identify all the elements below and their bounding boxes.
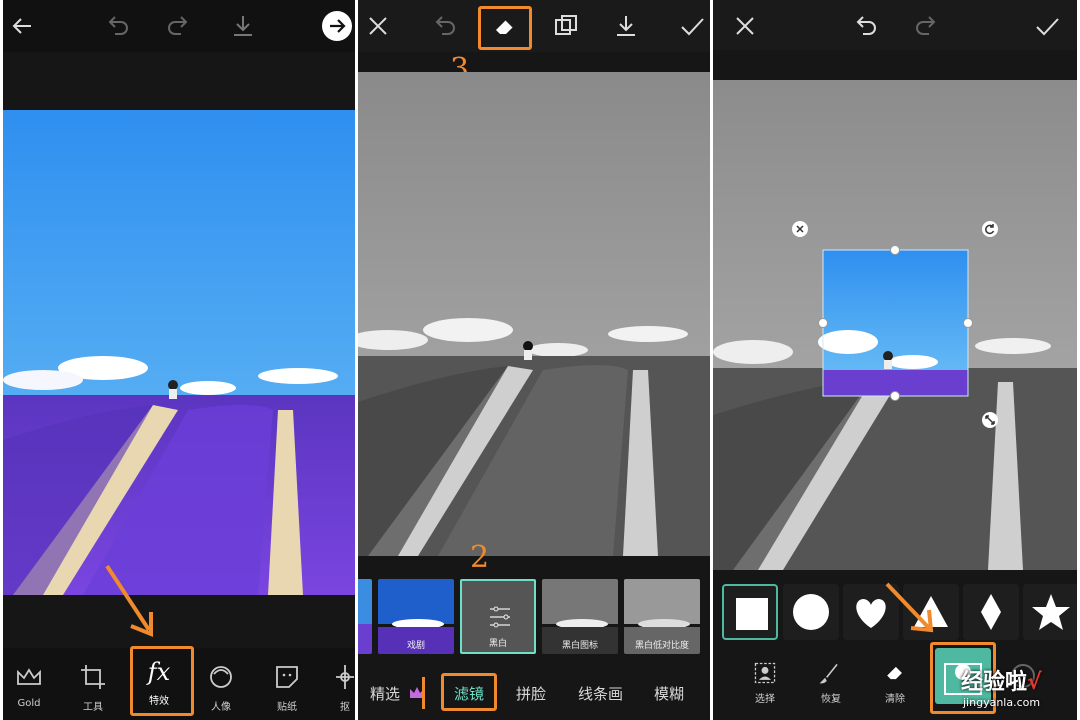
- crown-icon: [17, 668, 41, 685]
- select-person-icon: [754, 662, 776, 684]
- tool-label: 选择: [755, 694, 775, 705]
- rotate-icon[interactable]: [982, 221, 998, 237]
- shape-square[interactable]: [722, 584, 778, 640]
- tool-label: 抠: [340, 702, 350, 713]
- back-arrow-icon[interactable]: [7, 10, 39, 42]
- highlight-marker: [422, 677, 425, 709]
- resize-handle-top[interactable]: [890, 245, 900, 255]
- cutout-icon: [336, 665, 354, 689]
- tool-tools[interactable]: 工具: [61, 662, 125, 713]
- tool-label: 人像: [211, 702, 231, 713]
- tool-label: 恢复: [821, 694, 841, 705]
- panel-shape-mask-editor: 选择 恢复 清除 经验啦√ jingyanla.com: [713, 0, 1077, 720]
- check-icon[interactable]: [1031, 10, 1063, 42]
- effects-highlight-box: [130, 646, 194, 716]
- bw-photo: [358, 72, 710, 556]
- shape-diamond[interactable]: [963, 584, 1019, 640]
- filter-thumb-bw-icon[interactable]: 黑白图标: [542, 579, 618, 654]
- redo-icon[interactable]: [911, 10, 943, 42]
- download-icon[interactable]: [610, 10, 642, 42]
- tool-label: 工具: [83, 702, 103, 713]
- watermark-label: 经验啦: [961, 670, 1028, 695]
- tool-portrait[interactable]: 人像: [189, 662, 253, 713]
- resize-handle-right[interactable]: [963, 318, 973, 328]
- filter-thumb-bw[interactable]: 黑白: [460, 579, 536, 654]
- tool-restore[interactable]: 恢复: [799, 660, 863, 705]
- top-toolbar: [713, 0, 1077, 50]
- eraser-highlight-box: [478, 6, 532, 50]
- undo-icon[interactable]: [849, 10, 881, 42]
- close-icon[interactable]: [729, 10, 761, 42]
- brush-icon: [819, 663, 838, 684]
- thumb-label: 黑白图标: [561, 641, 598, 651]
- tab-face-swap[interactable]: 拼脸: [516, 683, 546, 704]
- portrait-icon: [210, 666, 232, 688]
- resize-handle-left[interactable]: [818, 318, 828, 328]
- thumb-label: 黑白: [488, 639, 507, 649]
- tool-select[interactable]: 选择: [733, 660, 797, 705]
- bw-photo-with-mask: [713, 80, 1077, 570]
- sticker-icon: [276, 666, 298, 688]
- redo-icon[interactable]: [163, 10, 195, 42]
- top-toolbar: [358, 0, 710, 52]
- panel-filter-editor: 3 2 戏剧 黑白 黑白图标 黑白低对比度 精选 滤镜 拼脸 线条画 模糊: [358, 0, 710, 720]
- tool-label: Gold: [17, 698, 41, 709]
- filter-thumb-drama[interactable]: 戏剧: [378, 579, 454, 654]
- tool-label: 清除: [885, 694, 905, 705]
- watermark-text: 经验啦√: [961, 664, 1042, 696]
- top-toolbar: [3, 0, 355, 52]
- filters-highlight-box: [441, 673, 497, 711]
- download-icon[interactable]: [227, 10, 259, 42]
- check-icon[interactable]: [676, 10, 708, 42]
- color-photo: [3, 110, 355, 595]
- step-number-2: 2: [470, 540, 490, 575]
- tab-featured[interactable]: 精选: [370, 683, 400, 704]
- remove-shape-icon[interactable]: [792, 221, 808, 237]
- shape-circle[interactable]: [783, 584, 839, 640]
- tool-gold[interactable]: Gold: [3, 662, 61, 709]
- filter-thumb-partial[interactable]: [358, 579, 372, 654]
- scale-icon[interactable]: [982, 412, 998, 428]
- tool-clear[interactable]: 清除: [863, 660, 927, 705]
- tool-sticker[interactable]: 贴纸: [255, 662, 319, 713]
- filter-thumb-bw-lowcontrast[interactable]: 黑白低对比度: [624, 579, 700, 654]
- next-arrow-icon[interactable]: [321, 10, 353, 42]
- tab-blur[interactable]: 模糊: [654, 683, 684, 704]
- thumb-label: 黑白低对比度: [634, 641, 689, 651]
- pointer-arrow-icon: [885, 582, 934, 633]
- compare-icon[interactable]: [550, 10, 582, 42]
- shape-star[interactable]: [1023, 584, 1077, 640]
- close-icon[interactable]: [362, 10, 394, 42]
- undo-icon[interactable]: [428, 10, 460, 42]
- thumb-label: 戏剧: [406, 641, 425, 651]
- resize-handle-bottom[interactable]: [890, 391, 900, 401]
- tool-label: 贴纸: [277, 702, 297, 713]
- watermark-check: √: [1027, 670, 1042, 695]
- pointer-arrow-icon: [105, 564, 153, 637]
- tab-line-art[interactable]: 线条画: [578, 683, 623, 704]
- crop-icon: [81, 665, 105, 689]
- eraser-icon: [887, 666, 902, 680]
- panel-main-editor: Gold 工具 fx 特效 人像 贴纸 抠: [3, 0, 355, 720]
- tool-cutout[interactable]: 抠: [313, 662, 355, 713]
- watermark-url: jingyanla.com: [963, 696, 1041, 709]
- undo-icon[interactable]: [101, 10, 133, 42]
